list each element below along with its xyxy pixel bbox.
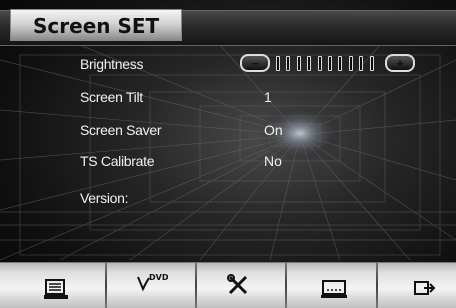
ts-calibrate-label: TS Calibrate: [80, 153, 155, 169]
brightness-level-bar[interactable]: [276, 56, 380, 72]
brightness-tick: [328, 56, 332, 71]
plus-icon: +: [396, 56, 404, 71]
dvd-label: DVD: [149, 273, 169, 282]
toolbar-screen-button[interactable]: [287, 262, 376, 308]
exit-icon: [414, 281, 436, 295]
brightness-tick: [307, 56, 312, 71]
ts-calibrate-value[interactable]: No: [264, 153, 282, 169]
version-label: Version:: [80, 190, 129, 206]
brightness-decrease-button[interactable]: −: [240, 54, 270, 72]
brightness-slider[interactable]: − +: [240, 54, 415, 74]
screen-tilt-value[interactable]: 1: [264, 89, 272, 105]
settings-screen: Screen SET Brightness − + Screen Tilt 1 …: [0, 0, 456, 308]
minus-icon: −: [251, 56, 259, 71]
brightness-label: Brightness: [80, 56, 144, 72]
page-title: Screen SET: [10, 9, 182, 41]
brightness-tick: [369, 56, 374, 71]
toolbar-radio-button[interactable]: [0, 262, 105, 308]
radio-icon: [44, 279, 68, 299]
screen-tilt-label: Screen Tilt: [80, 89, 143, 105]
brightness-tick: [359, 56, 364, 71]
screen-saver-value[interactable]: On: [264, 122, 283, 138]
screen-saver-label: Screen Saver: [80, 122, 162, 138]
screen-icon: [321, 280, 347, 298]
brightness-tick: [286, 56, 291, 71]
brightness-increase-button[interactable]: +: [385, 54, 415, 72]
tools-icon: [227, 274, 248, 295]
brightness-tick: [338, 56, 343, 71]
brightness-tick: [348, 56, 353, 71]
brightness-tick: [317, 56, 322, 71]
toolbar-settings-button[interactable]: [197, 262, 285, 308]
brightness-tick: [296, 56, 301, 71]
brightness-tick: [276, 56, 280, 71]
toolbar-exit-button[interactable]: [378, 262, 456, 308]
toolbar-dvd-button[interactable]: DVD: [107, 262, 195, 308]
